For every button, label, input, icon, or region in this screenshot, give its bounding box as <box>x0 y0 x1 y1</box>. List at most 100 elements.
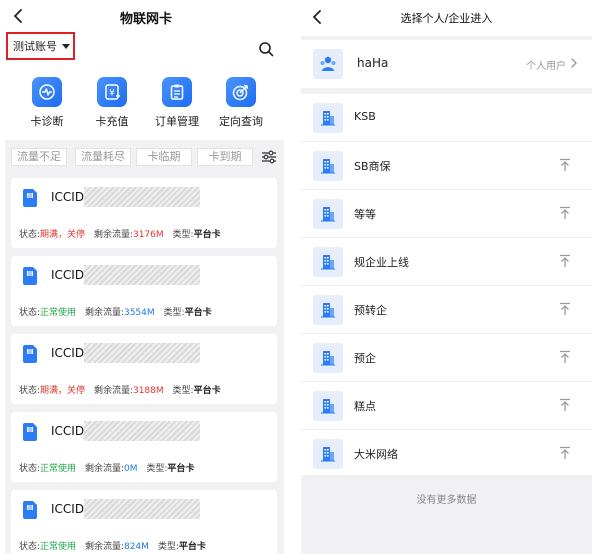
sim-card-icon <box>23 423 37 441</box>
page-title: 选择个人/企业进入 <box>400 12 493 25</box>
card-info-line: 状态:正常使用 剩余流量:824M 类型:平台卡 <box>19 539 206 552</box>
svg-text:¥: ¥ <box>109 89 115 99</box>
user-avatar-icon <box>313 49 343 79</box>
account-selector[interactable]: 测试账号 <box>6 32 75 60</box>
type-label: 类型: <box>172 386 194 396</box>
pin-to-top-icon[interactable] <box>558 254 572 268</box>
company-row[interactable]: 预转企 <box>301 286 592 334</box>
iccid-value-redacted <box>84 421 200 441</box>
building-icon <box>313 103 343 133</box>
function-target-query[interactable]: 定向查询 <box>211 77 271 129</box>
nav-bar: 物联网卡 <box>0 0 292 34</box>
iccid-value-redacted <box>84 499 200 519</box>
company-name: 预转企 <box>354 304 387 317</box>
status-value: 正常使用 <box>40 308 77 318</box>
sim-card-item[interactable]: ICCID: 状态:期满，关停 剩余流量:3176M 类型:平台卡 <box>11 178 277 248</box>
sim-card-icon <box>23 267 37 285</box>
building-icon <box>313 391 343 421</box>
type-value: 平台卡 <box>193 230 221 240</box>
company-name: 规企业上线 <box>354 256 409 269</box>
status-label: 状态: <box>19 464 41 474</box>
company-row[interactable]: 糕点 <box>301 382 592 430</box>
card-info-line: 状态:正常使用 剩余流量:0M 类型:平台卡 <box>19 461 194 474</box>
sim-card-item[interactable]: ICCID: 状态:正常使用 剩余流量:0M 类型:平台卡 <box>11 412 277 482</box>
company-name: 等等 <box>354 208 376 221</box>
company-row[interactable]: KSB <box>301 94 592 142</box>
iot-card-panel: 物联网卡 测试账号 卡诊断 ¥ 卡充值 订单管理 定向查询 流量不足 流量耗尽 … <box>0 0 292 554</box>
flow-label: 剩余流量: <box>84 308 124 318</box>
type-value: 平台卡 <box>193 386 221 396</box>
filter-chip-flow-exhausted[interactable]: 流量耗尽 <box>75 148 131 166</box>
pin-to-top-icon[interactable] <box>558 302 572 316</box>
sim-card-icon <box>23 501 37 519</box>
flow-value: 3188M <box>132 386 164 396</box>
sim-card-item[interactable]: ICCID: 状态:正常使用 剩余流量:3554M 类型:平台卡 <box>11 256 277 326</box>
company-row[interactable]: 等等 <box>301 190 592 238</box>
status-value: 正常使用 <box>40 464 77 474</box>
list-footer: 没有更多数据 <box>301 475 592 554</box>
company-row[interactable]: 大米网络 <box>301 430 592 478</box>
company-row[interactable]: SB商保 <box>301 142 592 190</box>
card-info-line: 状态:正常使用 剩余流量:3554M 类型:平台卡 <box>19 305 212 318</box>
pin-to-top-icon[interactable] <box>558 350 572 364</box>
iccid-label: ICCID: <box>51 346 89 360</box>
company-row[interactable]: 预企 <box>301 334 592 382</box>
function-card-diagnose[interactable]: 卡诊断 <box>17 77 77 129</box>
sim-card-item[interactable]: ICCID: 状态:正常使用 剩余流量:824M 类型:平台卡 <box>11 490 277 554</box>
building-icon <box>313 439 343 469</box>
caret-down-icon <box>62 43 70 49</box>
card-info-line: 状态:期满，关停 剩余流量:3188M 类型:平台卡 <box>19 383 221 396</box>
building-icon <box>313 295 343 325</box>
company-name: 大米网络 <box>354 448 398 461</box>
flow-label: 剩余流量: <box>84 542 124 552</box>
account-label: 测试账号 <box>13 40 57 53</box>
status-label: 状态: <box>19 542 41 552</box>
type-label: 类型: <box>163 308 185 318</box>
iccid-value-redacted <box>84 343 200 363</box>
personal-user-row[interactable]: haHa 个人用户 <box>301 40 592 88</box>
filter-chip-low-flow[interactable]: 流量不足 <box>11 148 67 166</box>
status-label: 状态: <box>19 308 41 318</box>
no-more-data-text: 没有更多数据 <box>416 495 477 506</box>
status-value: 期满，关停 <box>40 386 86 396</box>
chevron-right-icon <box>570 58 578 68</box>
function-label: 订单管理 <box>155 115 199 128</box>
building-icon <box>313 247 343 277</box>
function-label: 卡充值 <box>95 115 129 128</box>
identity-select-panel: 选择个人/企业进入 haHa 个人用户 KSB SB商保 等等 规企业上线 预转… <box>301 0 592 554</box>
type-label: 类型: <box>157 542 179 552</box>
pin-to-top-icon[interactable] <box>558 158 572 172</box>
filter-chip-expired[interactable]: 卡到期 <box>197 148 253 166</box>
function-label: 卡诊断 <box>30 115 64 128</box>
company-name: 糕点 <box>354 400 376 413</box>
pin-to-top-icon[interactable] <box>558 446 572 460</box>
pin-to-top-icon[interactable] <box>558 398 572 412</box>
filter-chip-near-expiry[interactable]: 卡临期 <box>136 148 192 166</box>
iccid-label: ICCID: <box>51 424 89 438</box>
type-value: 平台卡 <box>178 542 206 552</box>
function-card-recharge[interactable]: ¥ 卡充值 <box>82 77 142 129</box>
company-row[interactable]: 规企业上线 <box>301 238 592 286</box>
iccid-label: ICCID: <box>51 268 89 282</box>
sim-card-item[interactable]: ICCID: 状态:期满，关停 剩余流量:3188M 类型:平台卡 <box>11 334 277 404</box>
card-recharge-icon: ¥ <box>97 77 127 107</box>
company-name: SB商保 <box>354 160 391 173</box>
flow-label: 剩余流量: <box>84 464 124 474</box>
target-query-icon <box>226 77 256 107</box>
function-order-management[interactable]: 订单管理 <box>147 77 207 129</box>
type-label: 类型: <box>146 464 168 474</box>
status-label: 状态: <box>19 230 41 240</box>
card-list-area: 流量不足 流量耗尽 卡临期 卡到期 ICCID: 状态:期满，关停 剩余流量:3… <box>5 140 284 554</box>
user-name: haHa <box>357 56 389 70</box>
sim-card-icon <box>23 345 37 363</box>
search-icon[interactable] <box>258 41 274 57</box>
filter-settings-icon[interactable] <box>261 149 277 165</box>
company-name: 预企 <box>354 352 376 365</box>
user-type: 个人用户 <box>526 61 566 72</box>
status-value: 正常使用 <box>40 542 77 552</box>
pin-to-top-icon[interactable] <box>558 206 572 220</box>
status-label: 状态: <box>19 386 41 396</box>
flow-value: 824M <box>123 542 149 552</box>
iccid-label: ICCID: <box>51 502 89 516</box>
type-label: 类型: <box>172 230 194 240</box>
